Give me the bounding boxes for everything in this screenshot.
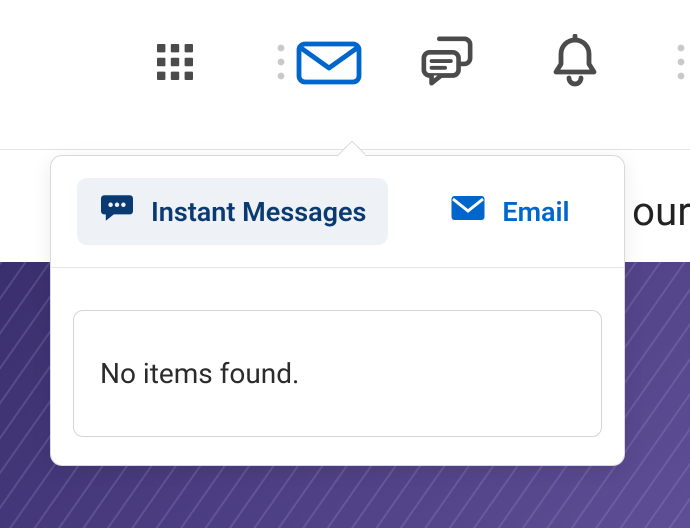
tab-instant-messages[interactable]: Instant Messages: [77, 178, 388, 245]
popover-content: No items found.: [51, 268, 624, 465]
tab-label: Email: [502, 196, 569, 228]
more-vertical-icon: [271, 38, 291, 86]
notifications-button[interactable]: [548, 35, 602, 89]
popover-caret: [337, 141, 365, 156]
messages-button[interactable]: [302, 35, 356, 89]
mail-solid-icon: [450, 194, 486, 229]
bell-icon: [549, 34, 601, 90]
apps-grid-icon: [151, 38, 199, 86]
messages-popover: Instant Messages Email No items found.: [50, 155, 625, 466]
empty-state-text: No items found.: [100, 357, 299, 390]
discussions-button[interactable]: [420, 35, 474, 89]
more-button-right[interactable]: [654, 35, 690, 89]
top-nav-bar: [0, 0, 690, 150]
more-vertical-icon: [671, 38, 690, 86]
tab-email[interactable]: Email: [428, 180, 591, 243]
speech-bubble-icon: [99, 192, 135, 231]
empty-state: No items found.: [73, 310, 602, 437]
mail-icon: [295, 38, 363, 86]
chat-icon: [418, 35, 476, 89]
popover-tab-bar: Instant Messages Email: [51, 156, 624, 268]
background-text-left: s: [0, 188, 1, 235]
background-text-right: ours: [632, 188, 690, 235]
tab-label: Instant Messages: [151, 196, 366, 228]
apps-button[interactable]: [148, 35, 202, 89]
